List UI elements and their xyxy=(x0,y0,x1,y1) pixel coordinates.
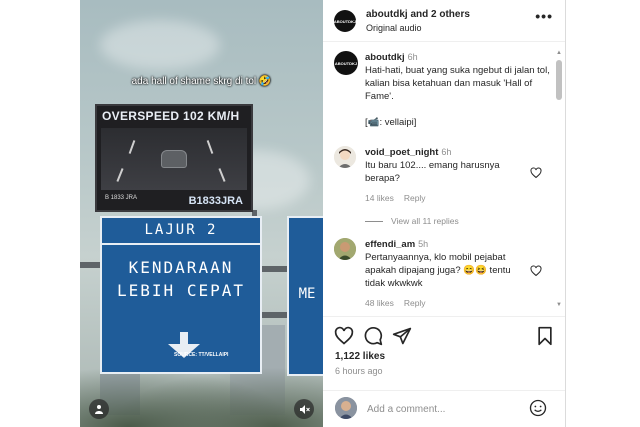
like-icon[interactable] xyxy=(334,326,354,346)
add-comment-bar xyxy=(323,390,565,427)
caption-header: aboutdkj 6h xyxy=(365,51,551,64)
avatar-photo xyxy=(334,238,356,260)
sign-line-2: KENDARAAN xyxy=(128,258,234,277)
lane-mark xyxy=(218,168,226,182)
caption-credit: [📹: vellaipi] xyxy=(365,117,417,128)
caption-username[interactable]: aboutdkj xyxy=(365,52,405,63)
lane-mark xyxy=(128,140,136,154)
gantry-beam xyxy=(80,262,100,268)
reply-button[interactable]: Reply xyxy=(404,193,426,203)
caption-avatar[interactable]: ABOUTDKJ xyxy=(334,51,358,75)
share-icon[interactable] xyxy=(392,326,412,346)
caption-time[interactable]: 6h xyxy=(408,52,418,62)
sign-source: SOURCE: TT/VELLAIPI xyxy=(174,352,229,358)
view-replies-text[interactable]: View all 11 replies xyxy=(391,216,459,226)
scrollbar-thumb[interactable] xyxy=(556,60,562,100)
mute-button[interactable] xyxy=(294,399,314,419)
comment-like-icon[interactable] xyxy=(530,265,542,277)
lane-mark xyxy=(116,168,124,182)
comment-username[interactable]: effendi_am xyxy=(365,239,415,250)
sign-lane-label: LAJUR 2 xyxy=(144,222,218,238)
comment-meta: 14 likes Reply xyxy=(365,193,436,203)
post-sidebar: ABOUTDKJ aboutdkj and 2 others Original … xyxy=(323,0,565,427)
comment-2: effendi_am 5h Pertanyaannya, klo mobil pe… xyxy=(365,238,525,290)
person-icon xyxy=(95,405,103,414)
sign-divider xyxy=(102,243,260,245)
lane-sign: LAJUR 2 KENDARAAN LEBIH CEPAT SOURCE: TT… xyxy=(100,216,262,374)
speeding-car xyxy=(161,150,187,168)
post-actions: 1,122 likes 6 hours ago xyxy=(323,316,565,400)
reply-button[interactable]: Reply xyxy=(404,298,426,308)
comment-like-icon[interactable] xyxy=(530,167,542,179)
comment-time[interactable]: 6h xyxy=(441,147,451,157)
save-icon[interactable] xyxy=(535,326,555,346)
post-likes[interactable]: 1,122 likes xyxy=(335,351,385,362)
my-avatar[interactable] xyxy=(335,397,357,419)
comments-scroll[interactable]: ABOUTDKJ aboutdkj 6h Hati-hati, buat yang… xyxy=(323,43,565,315)
screen-plate: B1833JRA xyxy=(188,195,243,207)
caption-block: aboutdkj 6h Hati-hati, buat yang suka nge… xyxy=(365,51,551,129)
screen-road xyxy=(101,128,247,190)
view-replies[interactable]: View all 11 replies xyxy=(365,216,469,226)
caption-text: Hati-hati, buat yang suka ngebut di jala… xyxy=(365,65,550,102)
comment-icon[interactable] xyxy=(363,326,383,346)
avatar-text: ABOUTDKJ xyxy=(334,60,358,66)
sky-cloud xyxy=(100,20,220,70)
audio-link[interactable]: Original audio xyxy=(366,23,422,33)
author-avatar[interactable]: ABOUTDKJ xyxy=(334,10,356,32)
header-username[interactable]: aboutdkj xyxy=(366,9,408,20)
scrollbar[interactable]: ▲ ▼ xyxy=(556,50,562,308)
comment-header: void_poet_night 6h xyxy=(365,146,525,159)
more-options-icon[interactable]: ••• xyxy=(535,8,553,24)
comment-text: Pertanyaannya, klo mobil pejabat apakah … xyxy=(365,252,511,289)
speaker-muted-icon xyxy=(299,404,310,414)
commenter-avatar[interactable] xyxy=(334,146,356,168)
commenter-avatar[interactable] xyxy=(334,238,356,260)
screen-small-plate: B 1833 JRA xyxy=(105,195,138,201)
avatar-text: ABOUTDKJ xyxy=(333,18,357,24)
comment-time[interactable]: 5h xyxy=(418,239,428,249)
comment-header: effendi_am 5h xyxy=(365,238,525,251)
side-sign: ME xyxy=(287,216,327,376)
comment-1: void_poet_night 6h Itu baru 102.... emang… xyxy=(365,146,525,185)
screen-title: OVERSPEED 102 KM/H xyxy=(102,109,240,123)
overspeed-screen: OVERSPEED 102 KM/H B 1833 JRA B1833JRA xyxy=(95,104,253,212)
header-authors[interactable]: aboutdkj and 2 others xyxy=(366,9,470,20)
post-header: ABOUTDKJ aboutdkj and 2 others Original … xyxy=(323,0,565,42)
scroll-down-icon[interactable]: ▼ xyxy=(556,302,562,308)
comment-username[interactable]: void_poet_night xyxy=(365,147,438,158)
gantry-beam xyxy=(262,266,287,272)
side-sign-text: ME xyxy=(298,286,316,302)
header-and-others[interactable]: and 2 others xyxy=(408,9,469,20)
comment-input[interactable] xyxy=(367,401,527,417)
comment-meta: 48 likes Reply xyxy=(365,298,436,308)
avatar-photo xyxy=(335,397,357,419)
comment-likes[interactable]: 14 likes xyxy=(365,193,394,203)
gantry-beam xyxy=(262,312,287,318)
scroll-up-icon[interactable]: ▲ xyxy=(556,50,562,56)
user-tags-button[interactable] xyxy=(89,399,109,419)
avatar-illustration xyxy=(334,146,356,168)
comment-text: Itu baru 102.... emang harusnya berapa? xyxy=(365,160,500,184)
sign-line-3: LEBIH CEPAT xyxy=(117,281,245,300)
lane-mark xyxy=(206,140,214,154)
video-overlay-caption: ada hall of shame skrg di tol 🤣 xyxy=(131,76,272,87)
post-time[interactable]: 6 hours ago xyxy=(335,366,383,376)
replies-line xyxy=(365,221,383,223)
comment-likes[interactable]: 48 likes xyxy=(365,298,394,308)
emoji-icon[interactable] xyxy=(529,399,547,417)
